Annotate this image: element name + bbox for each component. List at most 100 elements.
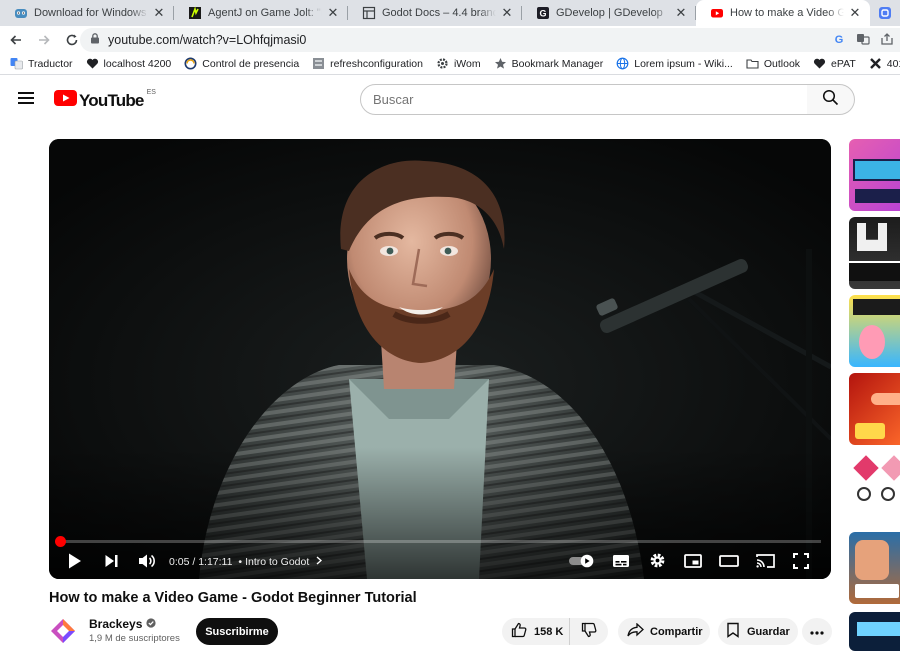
search-icon [822, 89, 839, 111]
thumbs-up-icon [511, 622, 527, 641]
lock-icon [90, 31, 100, 49]
bookmark-401[interactable]: 401 - Unauthorized:... [869, 57, 900, 70]
autoplay-toggle[interactable] [567, 547, 597, 579]
tab-youtube-active[interactable]: How to make a Video Game - Godot ✕ [696, 0, 870, 26]
search-input[interactable] [373, 92, 807, 107]
bookmark-localhost[interactable]: localhost 4200 [86, 57, 171, 70]
forward-icon[interactable] [32, 28, 56, 52]
youtube-masthead: YouTube ES [0, 76, 900, 124]
more-horizontal-icon [810, 626, 824, 638]
theater-mode-button[interactable] [715, 547, 743, 579]
youtube-play-logo-icon [54, 90, 77, 111]
play-button[interactable] [63, 547, 87, 579]
share-page-icon[interactable] [880, 32, 894, 51]
recommended-thumbnail[interactable] [849, 295, 900, 367]
verified-icon [146, 617, 156, 631]
bookmark-icon [726, 622, 740, 641]
svg-text:G: G [539, 9, 546, 19]
translate-page-icon[interactable] [856, 32, 870, 51]
close-icon[interactable]: ✕ [500, 6, 514, 20]
folder-icon [746, 57, 759, 70]
recommended-thumbnail[interactable] [849, 532, 900, 604]
duration: 1:17:11 [198, 556, 233, 568]
translate-icon [10, 57, 23, 70]
close-icon[interactable]: ✕ [152, 6, 166, 20]
tab-title: GDevelop | GDevelop [556, 7, 663, 19]
youtube-icon [710, 6, 724, 20]
bookmark-epat[interactable]: ePAT [813, 57, 856, 70]
tab-title: AgentJ on Game Jolt: "My first [208, 7, 322, 19]
search-button[interactable] [807, 84, 855, 115]
recommended-thumbnail[interactable] [849, 451, 900, 523]
subscribe-button[interactable]: Suscribirme [196, 618, 278, 645]
play-icon [67, 552, 83, 575]
gear-icon [649, 552, 666, 574]
fullscreen-icon [793, 552, 809, 574]
globe-icon [616, 57, 629, 70]
volume-button[interactable] [135, 547, 159, 579]
bookmarks-bar: Traductor localhost 4200 Control de pres… [0, 53, 900, 75]
recommended-thumbnail[interactable] [849, 612, 900, 651]
tab-godot-download[interactable]: Download for Windows – Godot ✕ [0, 0, 174, 26]
bookmark-manager[interactable]: Bookmark Manager [494, 57, 603, 70]
bookmark-lorem-ipsum[interactable]: Lorem ipsum - Wiki... [616, 57, 733, 70]
google-icon[interactable]: G [832, 32, 846, 51]
next-button[interactable] [99, 547, 123, 579]
tab-gamejolt[interactable]: AgentJ on Game Jolt: "My first ✕ [174, 0, 348, 26]
gamejolt-icon [188, 6, 202, 20]
channel-name[interactable]: Brackeys [89, 617, 156, 631]
theater-icon [719, 554, 739, 572]
miniplayer-button[interactable] [679, 547, 707, 579]
tab-title: Godot Docs – 4.4 branch — Godot [382, 7, 496, 19]
video-title: How to make a Video Game - Godot Beginne… [49, 590, 417, 606]
dislike-button[interactable] [570, 618, 608, 645]
share-button[interactable]: Compartir [618, 618, 710, 645]
gear-icon [436, 57, 449, 70]
bookmark-outlook[interactable]: Outlook [746, 57, 800, 70]
channel-avatar[interactable] [49, 617, 77, 645]
fullscreen-button[interactable] [787, 547, 815, 579]
bookmark-control-presencia[interactable]: Control de presencia [184, 57, 299, 70]
miniplayer-icon [684, 553, 702, 573]
recommended-thumbnail[interactable] [849, 373, 900, 445]
progress-bar[interactable] [54, 536, 821, 547]
cast-button[interactable] [751, 547, 779, 579]
docs-icon [362, 6, 376, 20]
bookmark-refreshconfiguration[interactable]: refreshconfiguration [312, 57, 423, 70]
video-player[interactable]: 0:05 / 1:17:11 • Intro to Godot [49, 139, 831, 579]
scrubber-handle[interactable] [54, 536, 66, 547]
bookmark-iwom[interactable]: iWom [436, 57, 481, 70]
youtube-logo[interactable]: YouTube ES [54, 89, 156, 111]
godot-icon [14, 6, 28, 20]
autoplay-toggle-icon [568, 554, 596, 573]
like-dislike-group: 158 K [502, 618, 608, 645]
recommended-thumbnail[interactable] [849, 139, 900, 211]
back-icon[interactable] [4, 28, 28, 52]
close-icon[interactable]: ✕ [674, 6, 688, 20]
like-button[interactable]: 158 K [502, 618, 570, 645]
app-icon [878, 6, 892, 20]
chapter-title[interactable]: Intro to Godot [245, 556, 309, 568]
sync-icon [184, 57, 197, 70]
youtube-wordmark: YouTube [79, 90, 144, 110]
volume-icon [138, 553, 156, 574]
bookmark-traductor[interactable]: Traductor [10, 57, 73, 70]
settings-button[interactable] [643, 547, 671, 579]
tab-partial[interactable] [870, 0, 900, 26]
country-code: ES [146, 89, 156, 96]
subtitles-button[interactable] [607, 547, 635, 579]
recommended-thumbnail[interactable] [849, 217, 900, 289]
more-actions-button[interactable] [802, 618, 832, 645]
hamburger-menu-icon[interactable] [18, 90, 36, 106]
tab-title: Download for Windows – Godot [34, 7, 148, 19]
chevron-right-icon[interactable] [316, 556, 323, 568]
address-bar[interactable]: youtube.com/watch?v=LOhfqjmasi0 G [80, 28, 900, 52]
tab-godot-docs[interactable]: Godot Docs – 4.4 branch — Godot ✕ [348, 0, 522, 26]
save-button[interactable]: Guardar [718, 618, 798, 645]
tab-gdevelop[interactable]: G GDevelop | GDevelop ✕ [522, 0, 696, 26]
next-icon [104, 553, 119, 574]
close-icon[interactable]: ✕ [848, 6, 862, 20]
search-box [360, 84, 808, 115]
close-icon[interactable]: ✕ [326, 6, 340, 20]
player-controls: 0:05 / 1:17:11 • Intro to Godot [49, 547, 831, 579]
